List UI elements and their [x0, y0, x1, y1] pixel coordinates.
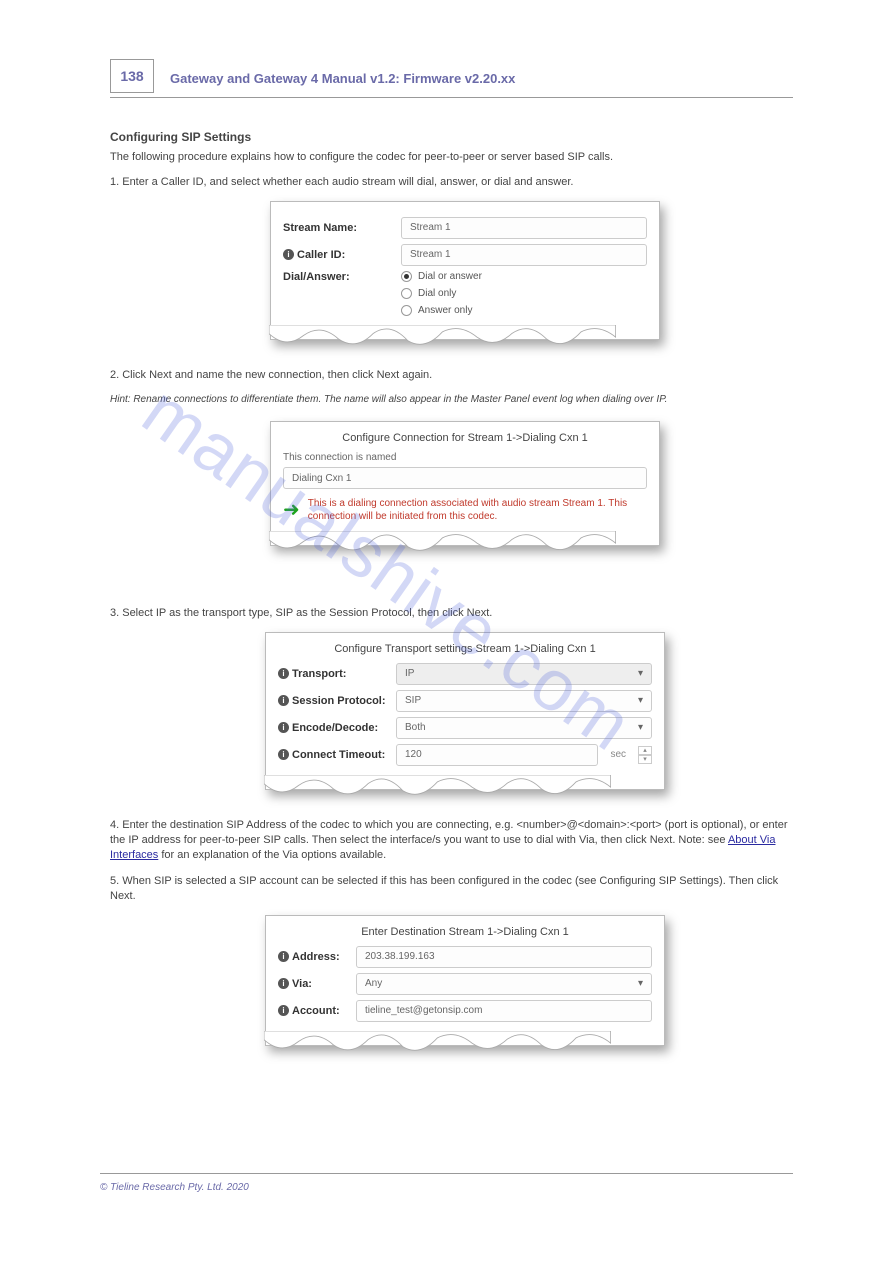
label-text: Transport: [292, 668, 346, 680]
radio-answer-only[interactable]: Answer only [401, 305, 647, 316]
label-text: Encode/Decode: [292, 722, 378, 734]
step-1: 1. Enter a Caller ID, and select whether… [110, 175, 793, 190]
page-footer: © Tieline Research Pty. Ltd. 2020 [100, 1173, 793, 1193]
card-transport-settings: Configure Transport settings Stream 1->D… [265, 632, 665, 790]
page-number: 138 [110, 59, 154, 93]
address-label: iAddress: [278, 951, 348, 963]
section-title: Configuring SIP Settings [110, 130, 793, 144]
torn-edge-icon [264, 775, 611, 801]
connection-note-text: This is a dialing connection associated … [308, 497, 647, 523]
connection-named-label: This connection is named [283, 452, 647, 463]
label-text: Session Protocol: [292, 695, 386, 707]
session-protocol-select[interactable]: SIP [396, 690, 652, 712]
torn-edge-icon [264, 1031, 611, 1057]
radio-label: Dial only [418, 288, 456, 299]
card-title: Configure Transport settings Stream 1->D… [278, 643, 652, 655]
stream-name-input[interactable]: Stream 1 [401, 217, 647, 239]
caller-id-input[interactable]: Stream 1 [401, 244, 647, 266]
info-icon: i [278, 951, 289, 962]
account-input[interactable]: tieline_test@getonsip.com [356, 1000, 652, 1022]
label-text: Connect Timeout: [292, 749, 385, 761]
hint-text: Hint: Rename connections to differentiat… [110, 393, 793, 407]
via-label: iVia: [278, 978, 348, 990]
card-title: Enter Destination Stream 1->Dialing Cxn … [278, 926, 652, 938]
session-protocol-label: iSession Protocol: [278, 695, 388, 707]
header-title: Gateway and Gateway 4 Manual v1.2: Firmw… [170, 71, 515, 86]
connection-name-input[interactable]: Dialing Cxn 1 [283, 467, 647, 489]
dial-answer-label: Dial/Answer: [283, 271, 393, 283]
radio-icon [401, 271, 412, 282]
step-3: 3. Select IP as the transport type, SIP … [110, 606, 793, 621]
info-icon: i [278, 695, 289, 706]
info-icon: i [278, 668, 289, 679]
card-title: Configure Connection for Stream 1->Diali… [283, 432, 647, 444]
chevron-down-icon: ▾ [638, 755, 652, 764]
via-select[interactable]: Any [356, 973, 652, 995]
torn-edge-icon [269, 325, 616, 351]
info-icon: i [278, 1005, 289, 1016]
stream-name-label: Stream Name: [283, 222, 393, 234]
timeout-unit: sec [610, 749, 626, 760]
radio-dial-or-answer[interactable]: Dial or answer [401, 271, 647, 282]
card-configure-connection: Configure Connection for Stream 1->Diali… [270, 421, 660, 546]
radio-label: Dial or answer [418, 271, 482, 282]
info-icon: i [278, 722, 289, 733]
label-text: Address: [292, 951, 340, 963]
transport-label: iTransport: [278, 668, 388, 680]
label-text: Account: [292, 1005, 340, 1017]
account-label: iAccount: [278, 1005, 348, 1017]
info-icon: i [278, 978, 289, 989]
step-5: 5. When SIP is selected a SIP account ca… [110, 874, 793, 905]
caller-id-label: i Caller ID: [283, 249, 393, 261]
step-2: 2. Click Next and name the new connectio… [110, 368, 793, 383]
intro-text: The following procedure explains how to … [110, 150, 793, 165]
radio-label: Answer only [418, 305, 472, 316]
step-4-text-b: for an explanation of the Via options av… [161, 849, 386, 861]
arrow-right-icon: ➜ [283, 497, 300, 523]
connect-timeout-label: iConnect Timeout: [278, 749, 388, 761]
connection-note: ➜ This is a dialing connection associate… [283, 497, 647, 523]
radio-icon [401, 305, 412, 316]
info-icon: i [283, 249, 294, 260]
card-stream-settings: Stream Name: Stream 1 i Caller ID: Strea… [270, 201, 660, 340]
page-header: 138 Gateway and Gateway 4 Manual v1.2: F… [110, 60, 793, 98]
encode-decode-select[interactable]: Both [396, 717, 652, 739]
caller-id-label-text: Caller ID: [297, 249, 345, 261]
step-4: 4. Enter the destination SIP Address of … [110, 818, 793, 864]
timeout-stepper[interactable]: ▴▾ [638, 746, 652, 764]
radio-icon [401, 288, 412, 299]
connect-timeout-input[interactable]: 120 [396, 744, 598, 766]
info-icon: i [278, 749, 289, 760]
chevron-up-icon: ▴ [638, 746, 652, 755]
radio-dial-only[interactable]: Dial only [401, 288, 647, 299]
dial-answer-radio-group: Dial or answer Dial only Answer only [401, 271, 647, 316]
card-destination: Enter Destination Stream 1->Dialing Cxn … [265, 915, 665, 1046]
torn-edge-icon [269, 531, 616, 557]
page-content: Configuring SIP Settings The following p… [110, 130, 793, 1056]
encode-decode-label: iEncode/Decode: [278, 722, 388, 734]
label-text: Via: [292, 978, 312, 990]
transport-select[interactable]: IP [396, 663, 652, 685]
address-input[interactable]: 203.38.199.163 [356, 946, 652, 968]
step-4-text-a: 4. Enter the destination SIP Address of … [110, 819, 787, 846]
